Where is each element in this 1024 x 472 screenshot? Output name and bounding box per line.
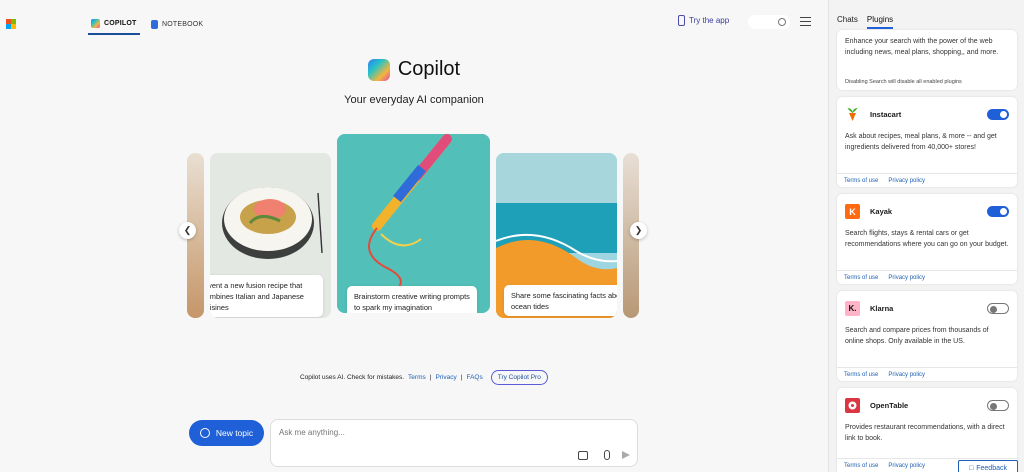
search-plugin-desc: Enhance your search with the power of th… bbox=[845, 38, 999, 56]
carousel-card-caption: Invent a new fusion recipe that combines… bbox=[210, 275, 323, 317]
sidebar-tabs: Chats Plugins bbox=[837, 15, 894, 29]
plugin-toggle[interactable] bbox=[987, 303, 1009, 314]
plugin-name: Klarna bbox=[870, 304, 894, 313]
send-icon[interactable] bbox=[622, 451, 630, 459]
plugin-desc: Provides restaurant recommendations, wit… bbox=[845, 424, 1005, 442]
carousel-card-recipe[interactable]: Invent a new fusion recipe that combines… bbox=[210, 153, 331, 318]
search-plugin-card: Enhance your search with the power of th… bbox=[837, 30, 1017, 90]
disclaimer-text: Copilot uses AI. Check for mistakes. bbox=[300, 374, 405, 381]
tab-chats[interactable]: Chats bbox=[837, 15, 858, 29]
feedback-icon: □ bbox=[969, 464, 974, 472]
plugin-links: Terms of use Privacy policy bbox=[837, 270, 1017, 284]
try-copilot-pro-button[interactable]: Try Copilot Pro bbox=[490, 370, 548, 385]
hero: Copilot Your everyday AI companion bbox=[0, 58, 828, 106]
plugin-card-instacart: Instacart Ask about recipes, meal plans,… bbox=[837, 97, 1017, 187]
privacy-policy-link[interactable]: Privacy policy bbox=[888, 372, 925, 378]
privacy-link[interactable]: Privacy bbox=[435, 374, 456, 381]
tab-plugins[interactable]: Plugins bbox=[866, 15, 894, 29]
chevron-right-icon: ❯ bbox=[634, 225, 643, 235]
microphone-icon[interactable] bbox=[604, 450, 610, 460]
privacy-policy-link[interactable]: Privacy policy bbox=[888, 463, 925, 469]
plugin-desc: Ask about recipes, meal plans, & more --… bbox=[845, 133, 997, 151]
tab-copilot-label: COPILOT bbox=[104, 19, 137, 27]
page-title-text: Copilot bbox=[397, 58, 461, 80]
privacy-policy-link[interactable]: Privacy policy bbox=[888, 178, 925, 184]
faqs-link[interactable]: FAQs bbox=[466, 374, 482, 381]
plugin-desc: Search flights, stays & rental cars or g… bbox=[845, 230, 1009, 248]
terms-link[interactable]: Terms bbox=[408, 374, 426, 381]
plugin-header: K Kayak bbox=[845, 204, 892, 219]
new-topic-icon bbox=[199, 428, 210, 438]
carousel-card-ocean[interactable]: Share some fascinating facts about ocean… bbox=[496, 153, 617, 318]
terms-of-use-link[interactable]: Terms of use bbox=[844, 463, 878, 469]
chat-input[interactable] bbox=[279, 428, 579, 437]
try-app-link[interactable]: Try the app bbox=[678, 15, 729, 26]
new-topic-button[interactable]: New topic bbox=[189, 420, 264, 446]
notebook-icon bbox=[151, 19, 158, 29]
plugin-name: Instacart bbox=[870, 110, 902, 119]
suggestion-carousel: Invent a new fusion recipe that combines… bbox=[187, 134, 639, 320]
microsoft-logo-icon[interactable] bbox=[6, 19, 16, 29]
account-button[interactable] bbox=[748, 15, 790, 29]
plugin-header: K. Klarna bbox=[845, 301, 893, 316]
main-pane: COPILOT NOTEBOOK Try the app Copilot You… bbox=[0, 0, 828, 472]
plugin-card-klarna: K. Klarna Search and compare prices from… bbox=[837, 291, 1017, 381]
plugin-toggle[interactable] bbox=[987, 109, 1009, 120]
phone-icon bbox=[678, 15, 685, 26]
terms-of-use-link[interactable]: Terms of use bbox=[844, 275, 878, 281]
page-title: Copilot bbox=[367, 58, 461, 81]
instacart-logo-icon bbox=[845, 107, 860, 122]
new-topic-label: New topic bbox=[215, 428, 254, 438]
try-app-label: Try the app bbox=[689, 16, 730, 25]
plugin-header: OpenTable bbox=[845, 398, 908, 413]
feedback-label: Feedback bbox=[976, 464, 1007, 472]
privacy-policy-link[interactable]: Privacy policy bbox=[888, 275, 925, 281]
carousel-card-caption: Brainstorm creative writing prompts to s… bbox=[347, 286, 477, 313]
carousel-prev-button[interactable]: ❮ bbox=[179, 222, 196, 239]
carousel-card-writing[interactable]: Brainstorm creative writing prompts to s… bbox=[337, 134, 490, 313]
plugin-card-kayak: K Kayak Search flights, stays & rental c… bbox=[837, 194, 1017, 284]
image-upload-icon[interactable] bbox=[578, 451, 588, 460]
chat-composer bbox=[270, 419, 638, 467]
kayak-logo-icon: K bbox=[845, 204, 860, 219]
search-plugin-note: Disabling Search will disable all enable… bbox=[845, 79, 962, 85]
hamburger-menu-icon[interactable] bbox=[800, 17, 811, 26]
copilot-logo-icon bbox=[367, 58, 390, 81]
feedback-button[interactable]: □ Feedback bbox=[958, 460, 1018, 472]
klarna-logo-icon: K. bbox=[845, 301, 860, 316]
plugin-header: Instacart bbox=[845, 107, 901, 122]
plugin-desc: Search and compare prices from thousands… bbox=[845, 327, 989, 345]
tab-notebook-label: NOTEBOOK bbox=[162, 20, 204, 28]
plugin-name: Kayak bbox=[870, 207, 893, 216]
opentable-logo-icon bbox=[845, 398, 860, 413]
plugin-links: Terms of use Privacy policy bbox=[837, 173, 1017, 187]
chevron-left-icon: ❮ bbox=[183, 225, 192, 235]
carousel-next-button[interactable]: ❯ bbox=[630, 222, 647, 239]
plugin-links: Terms of use Privacy policy bbox=[837, 367, 1017, 381]
carousel-card-caption: Share some fascinating facts about ocean… bbox=[504, 285, 617, 316]
plugins-sidebar: Chats Plugins Enhance your search with t… bbox=[828, 0, 1024, 472]
copilot-icon bbox=[91, 18, 100, 28]
top-bar: COPILOT NOTEBOOK Try the app bbox=[0, 0, 828, 44]
plugin-toggle[interactable] bbox=[987, 206, 1009, 217]
tab-copilot[interactable]: COPILOT bbox=[88, 13, 140, 35]
plugin-toggle[interactable] bbox=[987, 400, 1009, 411]
user-icon bbox=[778, 18, 786, 26]
plugin-name: OpenTable bbox=[870, 401, 909, 410]
tab-notebook[interactable]: NOTEBOOK bbox=[151, 13, 203, 35]
terms-of-use-link[interactable]: Terms of use bbox=[844, 178, 878, 184]
disclaimer: Copilot uses AI. Check for mistakes. Ter… bbox=[300, 370, 548, 385]
terms-of-use-link[interactable]: Terms of use bbox=[844, 372, 878, 378]
page-subtitle: Your everyday AI companion bbox=[344, 93, 484, 106]
